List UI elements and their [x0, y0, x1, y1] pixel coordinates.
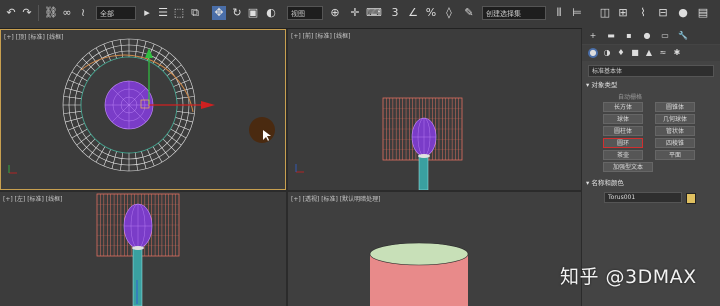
align-icon[interactable]: ⊨ — [570, 6, 584, 20]
named-selection-dropdown[interactable]: 创建选择集 — [482, 6, 546, 20]
name-color-title: 名称和颜色 — [591, 179, 624, 187]
toolbar-separator — [38, 5, 39, 21]
object-type-rollout[interactable]: ▾ 对象类型 — [586, 80, 716, 91]
curve-editor-icon[interactable]: ⌇ — [636, 6, 650, 20]
viewport-front[interactable]: [+] [前] [标准] [线框] — [288, 29, 581, 190]
redo-icon[interactable]: ↷ — [20, 6, 34, 20]
select-object-icon[interactable]: ▸ — [140, 6, 154, 20]
box-button[interactable]: 长方体 — [603, 102, 643, 112]
perspective-view-geometry — [369, 242, 469, 306]
layer-explorer-icon[interactable]: ◫ — [598, 6, 612, 20]
name-color-rollout[interactable]: ▾ 名称和颜色 — [586, 178, 716, 189]
scale-icon[interactable]: ▣ — [246, 6, 260, 20]
window-crossing-icon[interactable]: ⧉ — [188, 6, 202, 20]
torus-button[interactable]: 圆环 — [603, 138, 643, 148]
rotate-icon[interactable]: ↻ — [230, 6, 244, 20]
link-icon[interactable]: ⛓ — [44, 6, 58, 20]
front-view-geometry — [295, 97, 463, 190]
create-category-icons: ● ◑ ♦ ■ ▲ ≈ ✱ — [582, 45, 720, 61]
render-setup-icon[interactable]: ▤ — [696, 6, 710, 20]
viewport-perspective[interactable]: [+] [透视] [标准] [默认明暗处理] — [288, 192, 581, 306]
systems-icon[interactable]: ✱ — [672, 48, 682, 58]
cylinder-button[interactable]: 圆柱体 — [603, 126, 643, 136]
reference-coordinate-dropdown[interactable]: 视图 — [287, 6, 323, 20]
material-editor-icon[interactable]: ● — [676, 6, 690, 20]
main-toolbar: ↶ ↷ ⛓ ∞ ≀ 全部 ▸ ☰ ⬚ ⧉ ✥ ↻ ▣ ◐ 视图 ⊕ ✛ ⌨ 3 … — [0, 0, 720, 29]
spinner-snap-icon[interactable]: ◊ — [442, 6, 456, 20]
display-tab-icon[interactable]: ▭ — [660, 31, 670, 41]
teapot-button[interactable]: 茶壶 — [603, 150, 643, 160]
shapes-icon[interactable]: ◑ — [602, 48, 612, 58]
edit-named-selection-icon[interactable]: ✎ — [462, 6, 476, 20]
geosphere-button[interactable]: 几何球体 — [655, 114, 695, 124]
spacewarps-icon[interactable]: ≈ — [658, 48, 668, 58]
object-color-swatch[interactable] — [686, 193, 696, 204]
viewport-top[interactable]: [+] [顶] [标准] [线框] — [0, 29, 286, 190]
top-view-geometry — [8, 38, 275, 174]
selection-filter-dropdown[interactable]: 全部 — [96, 6, 136, 20]
cone-button[interactable]: 圆锥体 — [655, 102, 695, 112]
watermark-text: 知乎 @3DMAX — [560, 266, 697, 288]
rectangular-selection-icon[interactable]: ⬚ — [172, 6, 186, 20]
left-view-geometry — [96, 193, 180, 306]
undo-icon[interactable]: ↶ — [4, 6, 18, 20]
viewport-left[interactable]: [+] [左] [标准] [线框] — [0, 192, 286, 306]
mirror-icon[interactable]: ⫴ — [552, 6, 566, 20]
angle-snap-icon[interactable]: ∠ — [406, 6, 420, 20]
create-tab-icon[interactable]: + — [588, 31, 598, 41]
plane-button[interactable]: 平面 — [655, 150, 695, 160]
geometry-icon[interactable]: ● — [588, 48, 598, 58]
cameras-icon[interactable]: ■ — [630, 48, 640, 58]
schematic-view-icon[interactable]: ⊟ — [656, 6, 670, 20]
move-icon[interactable]: ✥ — [212, 6, 226, 20]
unlink-icon[interactable]: ∞ — [60, 6, 74, 20]
keyboard-shortcut-icon[interactable]: ⌨ — [366, 6, 382, 20]
autogrid-checkbox[interactable]: 自动栅格 — [618, 92, 642, 101]
helpers-icon[interactable]: ▲ — [644, 48, 654, 58]
sphere-button[interactable]: 球体 — [603, 114, 643, 124]
modify-tab-icon[interactable]: ▬ — [606, 31, 616, 41]
select-manipulate-icon[interactable]: ✛ — [348, 6, 362, 20]
hierarchy-tab-icon[interactable]: ▪ — [624, 31, 634, 41]
percent-snap-icon[interactable]: % — [424, 6, 438, 20]
pyramid-button[interactable]: 四棱锥 — [655, 138, 695, 148]
motion-tab-icon[interactable]: ● — [642, 31, 652, 41]
placement-icon[interactable]: ◐ — [264, 6, 278, 20]
primitive-category-dropdown[interactable]: 标准基本体 — [588, 65, 714, 77]
bind-spacewarp-icon[interactable]: ≀ — [76, 6, 90, 20]
utilities-tab-icon[interactable]: 🔧 — [678, 31, 688, 41]
snap-3d-icon[interactable]: 3 — [388, 6, 402, 20]
select-by-name-icon[interactable]: ☰ — [156, 6, 170, 20]
tube-button[interactable]: 管状体 — [655, 126, 695, 136]
object-name-field[interactable]: Torus001 — [604, 192, 682, 203]
object-type-title: 对象类型 — [591, 81, 618, 89]
text-plus-button[interactable]: 加强型文本 — [603, 162, 653, 172]
pivot-center-icon[interactable]: ⊕ — [328, 6, 342, 20]
scene-explorer-icon[interactable]: ⊞ — [616, 6, 630, 20]
lights-icon[interactable]: ♦ — [616, 48, 626, 58]
command-panel-tabs: + ▬ ▪ ● ▭ 🔧 — [582, 28, 720, 44]
